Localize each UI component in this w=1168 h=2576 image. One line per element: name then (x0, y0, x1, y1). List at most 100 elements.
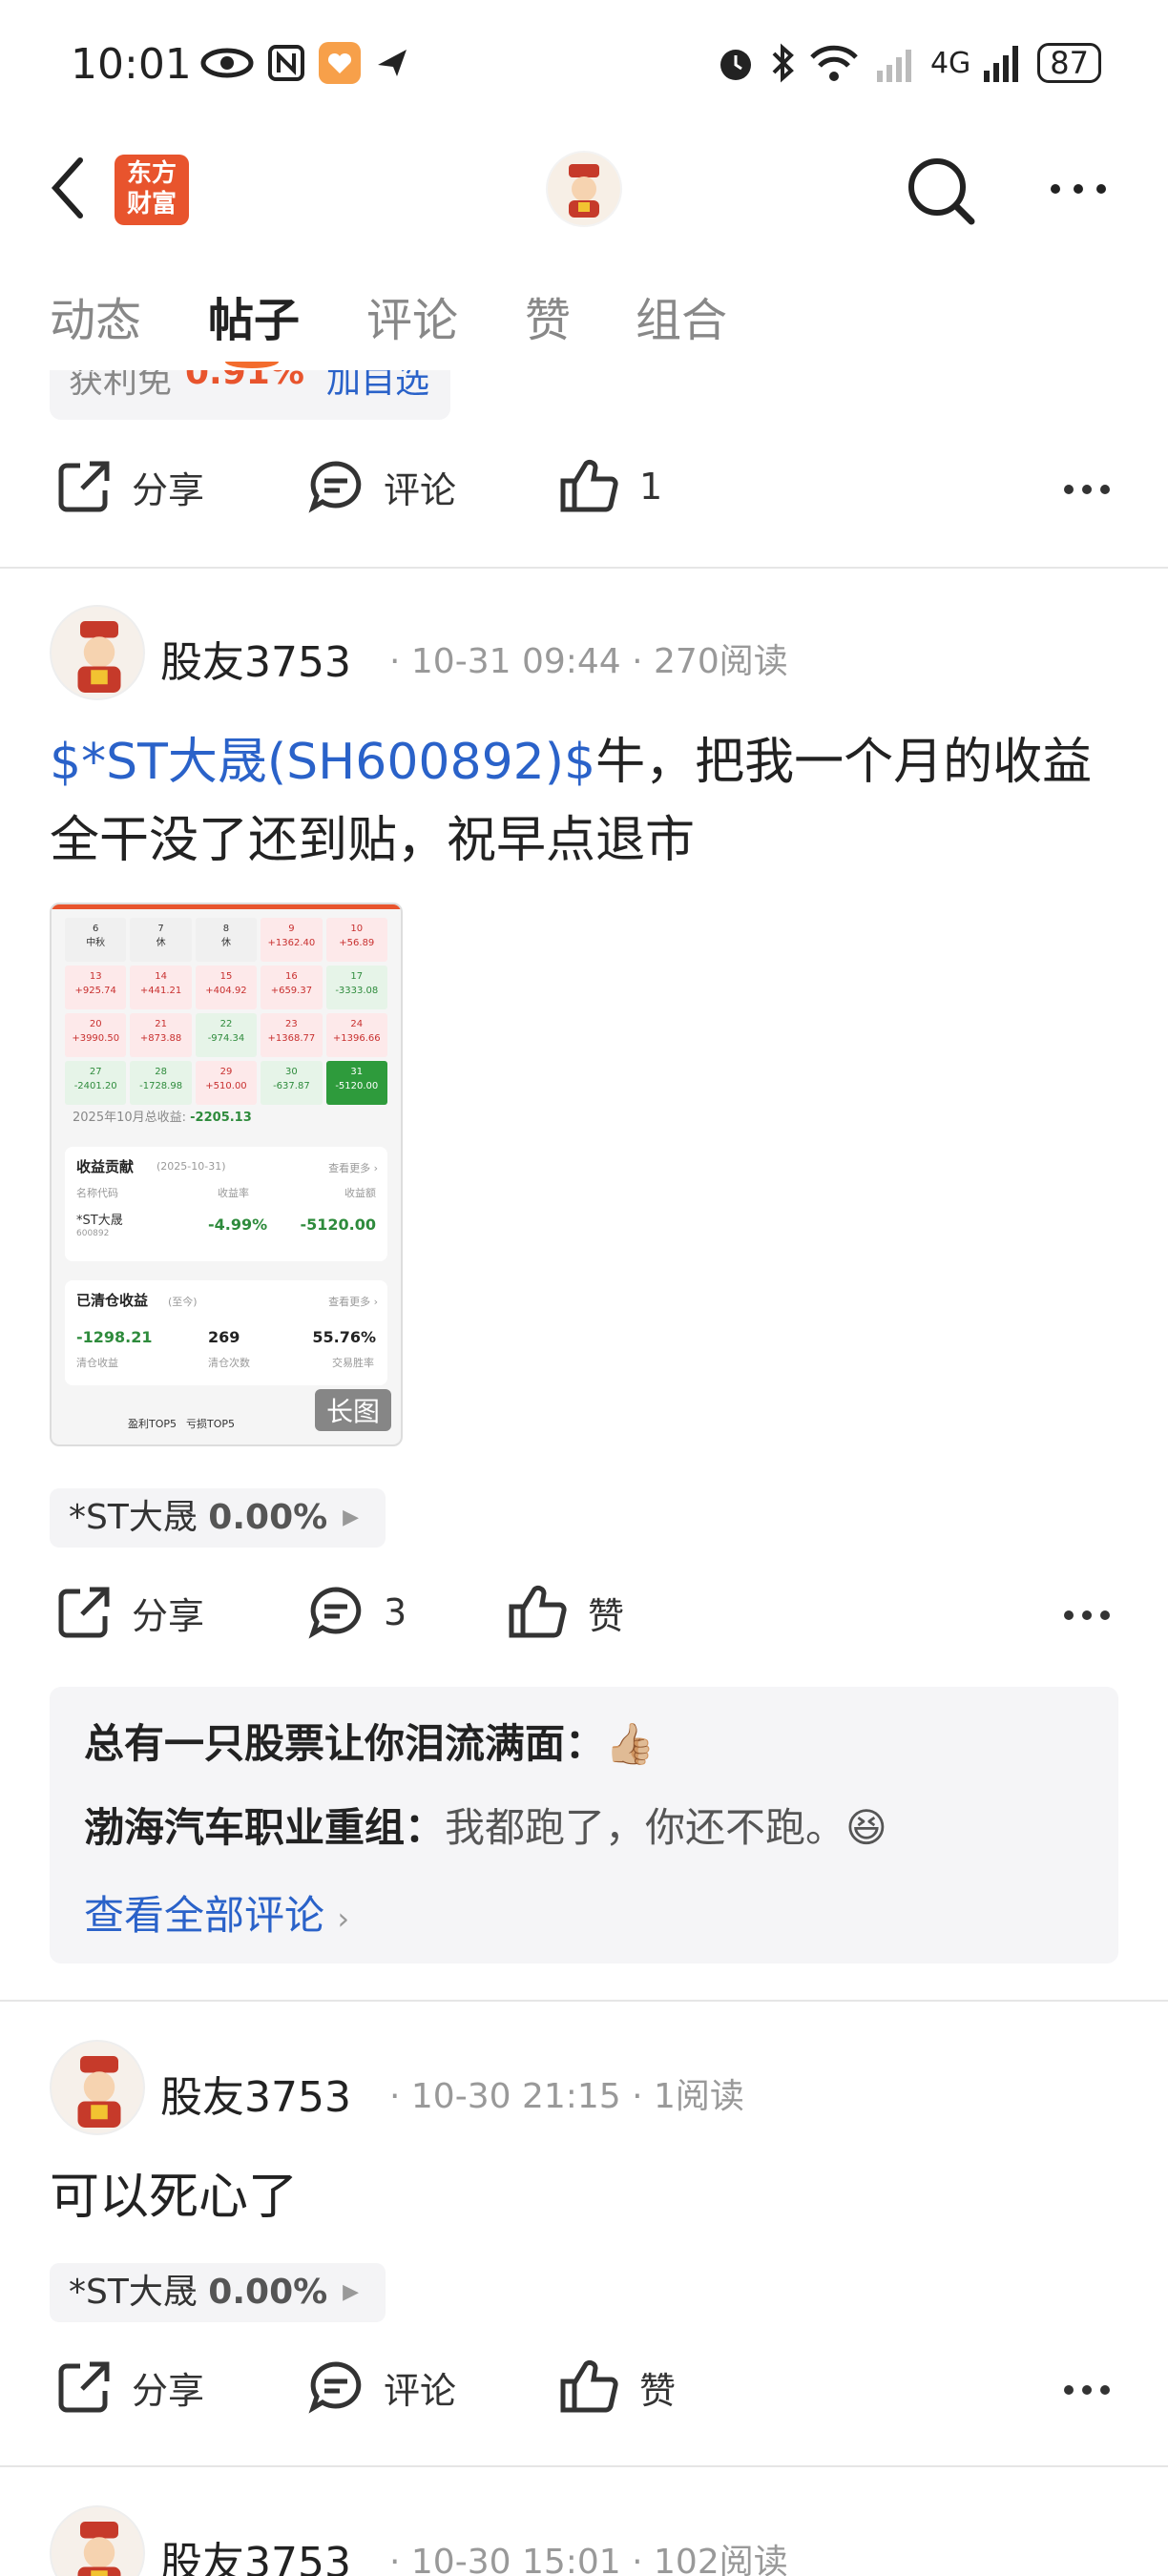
stock-chip[interactable]: *ST大晟 0.00% ▶ (50, 1488, 386, 1548)
post-text: 可以死心了 (50, 2169, 299, 2226)
row-code: 600892 (76, 1229, 110, 1238)
like-count: 1 (639, 466, 663, 508)
calendar-date: 24 (350, 1019, 364, 1029)
tab-bar: 动态 帖子 评论 赞 组合 (0, 282, 1168, 368)
avatar[interactable] (50, 2040, 145, 2135)
tab-comments[interactable]: 评论 (366, 282, 458, 349)
post-header: 股友3753 · 10-31 09:44 · 270阅读 (50, 605, 1137, 700)
profile-avatar[interactable] (546, 151, 622, 227)
cleared-card: 已清仓收益 (至今) 查看更多 › -1298.21 清仓收益 269 清仓次数… (65, 1280, 387, 1385)
share-button[interactable]: 分享 (55, 1584, 204, 1641)
comment-label: 评论 (384, 2369, 457, 2412)
network-type: 4G (929, 46, 971, 80)
post-more-button[interactable] (1063, 481, 1111, 499)
signal-off-icon (876, 50, 911, 82)
calendar-date: 14 (155, 971, 167, 982)
status-right-icons: 4G 87 (715, 42, 1101, 84)
view-all-comments-link[interactable]: 查看全部评论 › (84, 1883, 349, 1942)
post-more-button[interactable] (1063, 2381, 1111, 2399)
caishen-avatar-icon (548, 153, 620, 225)
post-more-button[interactable] (1063, 1607, 1111, 1625)
partial-chip-value: 0.91% (185, 370, 304, 392)
more-button[interactable] (1048, 181, 1109, 200)
calendar-day: 6 中秋 (65, 918, 127, 962)
stock-chip-name: *ST大晟 (69, 2273, 198, 2312)
stock-chip[interactable]: *ST大晟 0.00% ▶ (50, 2263, 386, 2322)
calendar-day: 30 -637.87 (261, 1061, 323, 1105)
share-button[interactable]: 分享 (55, 458, 204, 515)
tab-dynamics[interactable]: 动态 (50, 282, 141, 349)
cleared-profit: -1298.21 (76, 1328, 153, 1346)
calendar-day: 13 +925.74 (65, 966, 127, 1009)
partial-stock-chip[interactable]: 获利免 0.91% 加自选 (50, 370, 450, 420)
like-button[interactable]: 赞 (508, 1584, 624, 1641)
calendar-date: 13 (89, 971, 102, 982)
calendar-day: 14 +441.21 (130, 966, 192, 1009)
cleared-rate: 55.76% (312, 1328, 376, 1346)
caishen-avatar-icon (77, 2056, 121, 2128)
comment-item[interactable]: 总有一只股票让你泪流满面：👍🏼 (84, 1712, 655, 1770)
share-icon (58, 1587, 110, 1638)
partial-chip-action[interactable]: 加自选 (326, 370, 429, 403)
calendar-day: 16 +659.37 (261, 966, 323, 1009)
cleared-sub: (至今) (168, 1296, 198, 1308)
more-horizontal-icon (1064, 2385, 1110, 2395)
comment-button[interactable]: 3 (307, 1584, 407, 1641)
view-all-label: 查看全部评论 (84, 1892, 325, 1939)
calendar-value: -637.87 (273, 1081, 310, 1091)
comment-button[interactable]: 评论 (307, 2358, 456, 2416)
stock-chip-pct: 0.00% (208, 1498, 328, 1537)
like-button[interactable]: 1 (559, 458, 662, 515)
share-label: 分享 (132, 468, 205, 511)
top-nav-bar: 东方财富 (0, 134, 1168, 248)
calendar-date: 9 (288, 924, 295, 934)
post-meta: · 10-30 21:15 · 1阅读 (389, 2077, 744, 2116)
post-meta: · 10-30 15:01 · 102阅读 (389, 2534, 788, 2576)
calendar-date: 28 (155, 1067, 167, 1077)
calendar-value: +873.88 (139, 1033, 182, 1044)
avatar[interactable] (50, 605, 145, 700)
calendar-value: -5120.00 (335, 1081, 379, 1091)
comment-icon (308, 2361, 362, 2414)
post-body[interactable]: $*ST大晟(SH600892)$牛，把我一个月的收益全干没了还到贴，祝早点退市 (50, 723, 1118, 880)
cleared-more: 查看更多 › (328, 1296, 378, 1308)
username[interactable]: 股友3753 (160, 2528, 351, 2576)
post-body[interactable]: 可以死心了 (50, 2158, 1118, 2236)
avatar[interactable] (50, 2505, 145, 2576)
caishen-avatar-icon (77, 621, 121, 693)
calendar-value: 休 (156, 938, 166, 948)
search-button[interactable] (905, 155, 977, 231)
calendar-day: 15 +404.92 (195, 966, 258, 1009)
comment-item[interactable]: 渤海汽车职业重组：我都跑了，你还不跑。😆 (84, 1796, 887, 1854)
comment-text: 我都跑了，你还不跑。😆 (445, 1804, 887, 1851)
partial-post-actions: 分享 评论 1 (0, 458, 1168, 534)
like-button[interactable]: 赞 (559, 2358, 676, 2416)
share-icon (58, 461, 110, 512)
calendar-date: 7 (157, 924, 164, 934)
calendar-day: 10 +56.89 (325, 918, 387, 962)
long-image-tag: 长图 (314, 1389, 391, 1431)
cleared-count-label: 清仓次数 (208, 1357, 250, 1369)
calendar-date: 16 (285, 971, 298, 982)
comment-button[interactable]: 评论 (307, 458, 456, 515)
share-button[interactable]: 分享 (55, 2358, 204, 2416)
post-meta: · 10-31 09:44 · 270阅读 (389, 642, 788, 681)
calendar-date: 8 (222, 924, 230, 934)
col-name: 名称代码 (76, 1187, 118, 1199)
tab-likes[interactable]: 赞 (525, 282, 571, 349)
username[interactable]: 股友3753 (160, 2063, 351, 2124)
post-header: 股友3753 · 10-30 21:15 · 1阅读 (50, 2040, 1137, 2135)
tab-posts[interactable]: 帖子 (208, 282, 300, 349)
status-time: 10:01 (71, 40, 192, 89)
calendar-date: 23 (285, 1019, 298, 1029)
cleared-count: 269 (208, 1328, 240, 1346)
stock-link[interactable]: $*ST大晟(SH600892)$ (50, 734, 595, 791)
calendar-value: +1396.66 (332, 1033, 381, 1044)
username[interactable]: 股友3753 (160, 628, 351, 689)
row-rate: -4.99% (208, 1215, 268, 1234)
back-button[interactable] (48, 155, 86, 225)
post-image[interactable]: 6 中秋 7 休 8 休 9 +1362.40 10 +56.89 13 +925.74 14 +441.… (50, 903, 403, 1446)
send-app-icon (378, 50, 407, 76)
tab-portfolio[interactable]: 组合 (636, 282, 727, 349)
chevron-left-icon (51, 157, 83, 218)
